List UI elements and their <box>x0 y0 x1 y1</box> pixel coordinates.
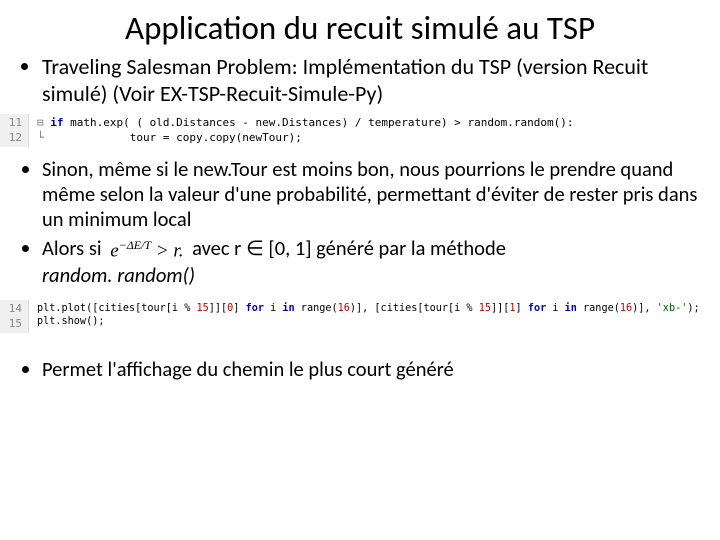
bullet-item: Sinon, même si le new.Tour est moins bon… <box>42 157 710 232</box>
code-gutter: 1415 <box>0 300 29 334</box>
line-number: 15 <box>9 317 22 330</box>
bullet-item: Permet l'affichage du chemin le plus cou… <box>42 357 710 382</box>
text-italic: random. random() <box>42 262 195 288</box>
text: [0, 1] généré par la méthode <box>264 235 506 261</box>
code-gutter: 1112 <box>0 114 29 148</box>
code-block-1: 1112 ⊟ if math.exp( ( old.Distances - ne… <box>0 114 720 148</box>
bullet-item: Traveling Salesman Problem: Implémentati… <box>42 54 702 108</box>
element-of-symbol: ∈ <box>246 238 264 260</box>
bullet-item: Alors si e−ΔE/T > r. avec r ∈ [0, 1] gén… <box>42 236 710 287</box>
line-number: 11 <box>9 116 22 129</box>
text: Alors si <box>42 235 106 261</box>
bullet-list-1: Traveling Salesman Problem: Implémentati… <box>0 54 720 108</box>
line-number: 12 <box>9 131 22 144</box>
code-content: plt.plot([cities[tour[i % 15]][0] for i … <box>29 300 704 334</box>
code-content: ⊟ if math.exp( ( old.Distances - new.Dis… <box>29 114 577 148</box>
slide-title: Application du recuit simulé au TSP <box>0 0 720 54</box>
bullet-list-2: Sinon, même si le new.Tour est moins bon… <box>0 157 720 287</box>
text: avec r <box>187 235 245 261</box>
code-block-2: 1415 plt.plot([cities[tour[i % 15]][0] f… <box>0 300 720 334</box>
line-number: 14 <box>9 302 22 315</box>
bullet-list-3: Permet l'affichage du chemin le plus cou… <box>0 357 720 382</box>
formula: e−ΔE/T > r. <box>106 238 187 263</box>
